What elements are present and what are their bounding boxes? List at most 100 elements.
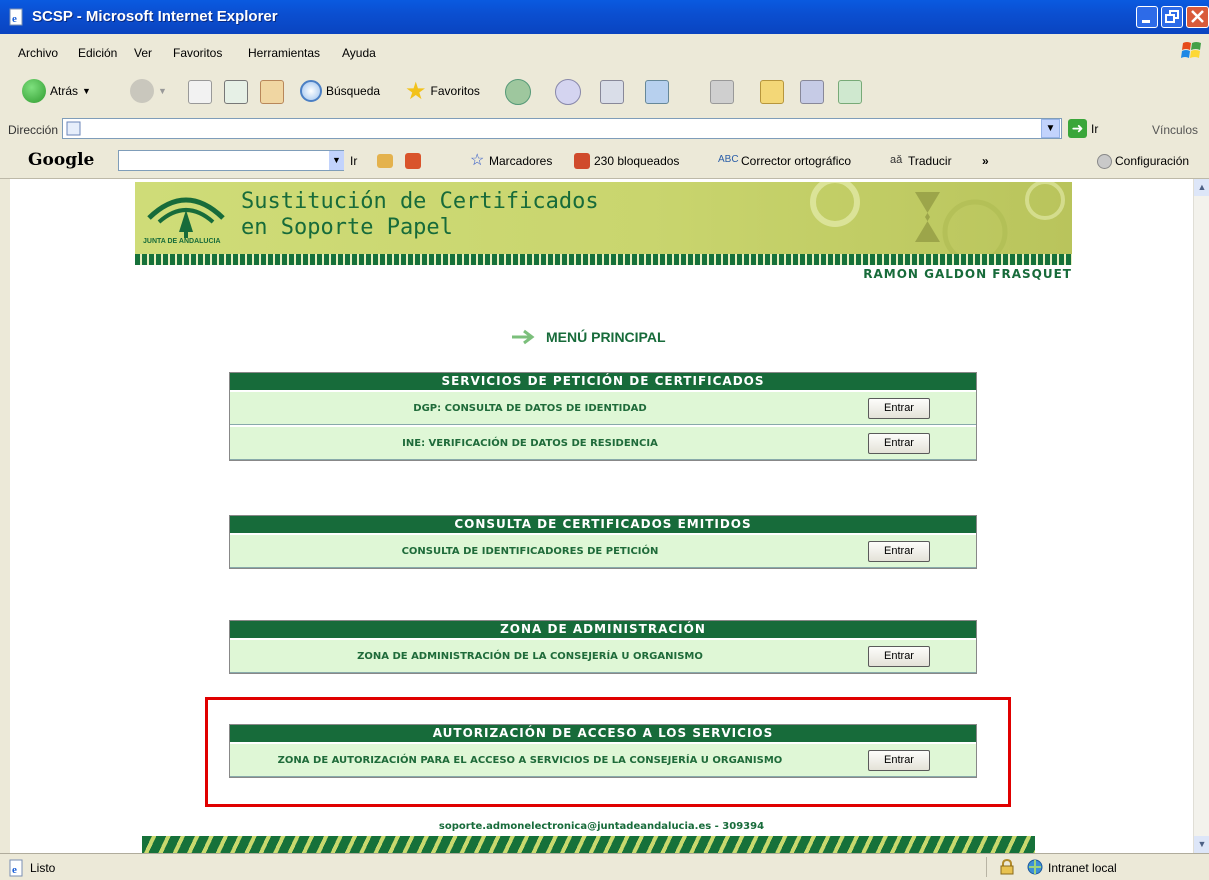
table-row: INE: VERIFICACIÓN DE DATOS DE RESIDENCIA…: [230, 425, 976, 460]
search-icon: [300, 80, 322, 102]
minimize-button[interactable]: [1136, 6, 1158, 28]
mail-icon[interactable]: [555, 79, 581, 105]
support-email[interactable]: soporte.admonelectronica@juntadeandaluci…: [10, 821, 1193, 832]
row-label: DGP: CONSULTA DE DATOS DE IDENTIDAD: [413, 403, 647, 414]
research-icon[interactable]: [800, 80, 824, 104]
more-chevron-icon[interactable]: »: [982, 154, 989, 168]
back-label: Atrás: [50, 84, 79, 98]
section-header: ZONA DE ADMINISTRACIÓN: [230, 621, 976, 638]
discuss-icon[interactable]: [710, 80, 734, 104]
home-icon[interactable]: [260, 80, 284, 104]
browser-window: e SCSP - Microsoft Internet Explorer Arc…: [0, 0, 1209, 880]
google-search-dropdown[interactable]: ▼: [329, 151, 344, 170]
google-logo[interactable]: Google: [28, 150, 94, 170]
scroll-down-icon[interactable]: ▼: [1194, 836, 1209, 853]
status-bar: e Listo Intranet local: [0, 853, 1209, 880]
table-row: DGP: CONSULTA DE DATOS DE IDENTIDAD Entr…: [230, 390, 976, 425]
red-highlight-box: [205, 697, 1011, 807]
star-icon: ★: [405, 77, 427, 105]
history-icon[interactable]: [505, 79, 531, 105]
address-label: Dirección: [8, 123, 59, 137]
row-label: ZONA DE ADMINISTRACIÓN DE LA CONSEJERÍA …: [357, 651, 703, 662]
spellcheck-button[interactable]: Corrector ortográfico: [741, 154, 851, 168]
menu-ayuda[interactable]: Ayuda: [342, 46, 376, 60]
bookmarks-button[interactable]: Marcadores: [489, 154, 552, 168]
menu-edicion[interactable]: Edición: [78, 46, 117, 60]
translate-icon: aǎ: [890, 154, 903, 166]
address-input[interactable]: [62, 118, 1062, 139]
translate-button[interactable]: Traducir: [908, 154, 952, 168]
back-button[interactable]: Atrás ▼: [22, 75, 91, 107]
go-arrow-icon: ➜: [1068, 119, 1087, 138]
search-label: Búsqueda: [326, 84, 381, 98]
entrar-button-consulta[interactable]: Entrar: [868, 541, 930, 562]
settings-icon: [1097, 154, 1112, 169]
page-content: JUNTA DE ANDALUCIA Sustitución de Certif…: [10, 179, 1193, 853]
spellcheck-icon: ABC: [718, 154, 739, 165]
footer-stripe: [142, 836, 1035, 853]
banner-title-line2: en Soporte Papel: [241, 215, 453, 240]
ie-page-icon: e: [9, 859, 23, 877]
highlight-icon[interactable]: [405, 153, 421, 169]
lock-icon: [1000, 859, 1014, 875]
google-search-input[interactable]: [118, 150, 344, 171]
refresh-icon[interactable]: [224, 80, 248, 104]
arrow-right-icon: [512, 329, 535, 345]
pagerank-icon[interactable]: [377, 154, 393, 168]
forward-arrow-icon: [130, 79, 154, 103]
site-banner: JUNTA DE ANDALUCIA Sustitución de Certif…: [135, 182, 1072, 254]
svg-text:e: e: [12, 13, 17, 25]
window-title: SCSP - Microsoft Internet Explorer: [32, 8, 278, 25]
favorites-label: Favoritos: [430, 84, 480, 98]
row-label: CONSULTA DE IDENTIFICADORES DE PETICIÓN: [401, 546, 659, 557]
blocked-popups[interactable]: 230 bloqueados: [594, 154, 679, 168]
stop-icon[interactable]: [188, 80, 212, 104]
status-text: Listo: [30, 861, 56, 875]
address-bar: Dirección ▼ ➜ Ir Vínculos: [0, 114, 1209, 145]
search-button[interactable]: Búsqueda: [300, 75, 380, 107]
entrar-button-administracion[interactable]: Entrar: [868, 646, 930, 667]
title-bar[interactable]: e SCSP - Microsoft Internet Explorer: [0, 0, 1209, 34]
status-divider: [986, 857, 987, 877]
svg-text:e: e: [12, 864, 17, 876]
links-toolbar[interactable]: Vínculos: [1152, 123, 1198, 137]
section-peticion-certificados: SERVICIOS DE PETICIÓN DE CERTIFICADOS DG…: [229, 372, 977, 461]
messenger-icon[interactable]: [838, 80, 862, 104]
print-icon[interactable]: [600, 80, 624, 104]
scroll-up-icon[interactable]: ▲: [1194, 179, 1209, 196]
go-button[interactable]: ➜ Ir: [1068, 119, 1098, 138]
security-zone: Intranet local: [1048, 861, 1117, 875]
menu-archivo[interactable]: Archivo: [18, 46, 58, 60]
gears-decoration: [810, 182, 1065, 254]
close-icon: [1191, 10, 1204, 23]
close-button[interactable]: [1186, 6, 1209, 28]
standard-toolbar: Atrás ▼ ▼ Búsqueda ★ Favoritos: [0, 68, 1209, 115]
entrar-button-ine[interactable]: Entrar: [868, 433, 930, 454]
vertical-scrollbar[interactable]: ▲ ▼: [1193, 179, 1209, 853]
section-zona-administracion: ZONA DE ADMINISTRACIÓN ZONA DE ADMINISTR…: [229, 620, 977, 674]
table-row: ZONA DE ADMINISTRACIÓN DE LA CONSEJERÍA …: [230, 638, 976, 673]
google-toolbar: Google ▼ Ir ☆ Marcadores 230 bloqueados …: [0, 144, 1209, 179]
popup-blocker-icon: [574, 153, 590, 169]
user-name: RAMON GALDON FRASQUET: [863, 267, 1072, 281]
address-dropdown[interactable]: ▼: [1041, 119, 1060, 138]
menu-favoritos[interactable]: Favoritos: [173, 46, 222, 60]
banner-stripe: [135, 254, 1072, 265]
favorites-button[interactable]: ★ Favoritos: [405, 75, 480, 107]
page-icon: [66, 121, 81, 136]
edit-icon[interactable]: [645, 80, 669, 104]
forward-button[interactable]: ▼: [130, 75, 167, 107]
menu-ver[interactable]: Ver: [134, 46, 152, 60]
menu-herramientas[interactable]: Herramientas: [248, 46, 320, 60]
banner-title-line1: Sustitución de Certificados: [241, 189, 599, 214]
google-go-button[interactable]: Ir: [350, 154, 357, 168]
row-label: INE: VERIFICACIÓN DE DATOS DE RESIDENCIA: [402, 438, 658, 449]
go-label: Ir: [1091, 121, 1099, 136]
table-row: CONSULTA DE IDENTIFICADORES DE PETICIÓN …: [230, 533, 976, 568]
folder-icon[interactable]: [760, 80, 784, 104]
menu-title: MENÚ PRINCIPAL: [546, 329, 666, 345]
entrar-button-dgp[interactable]: Entrar: [868, 398, 930, 419]
section-header: CONSULTA DE CERTIFICADOS EMITIDOS: [230, 516, 976, 533]
settings-button[interactable]: Configuración: [1115, 154, 1189, 168]
maximize-button[interactable]: [1161, 6, 1183, 28]
